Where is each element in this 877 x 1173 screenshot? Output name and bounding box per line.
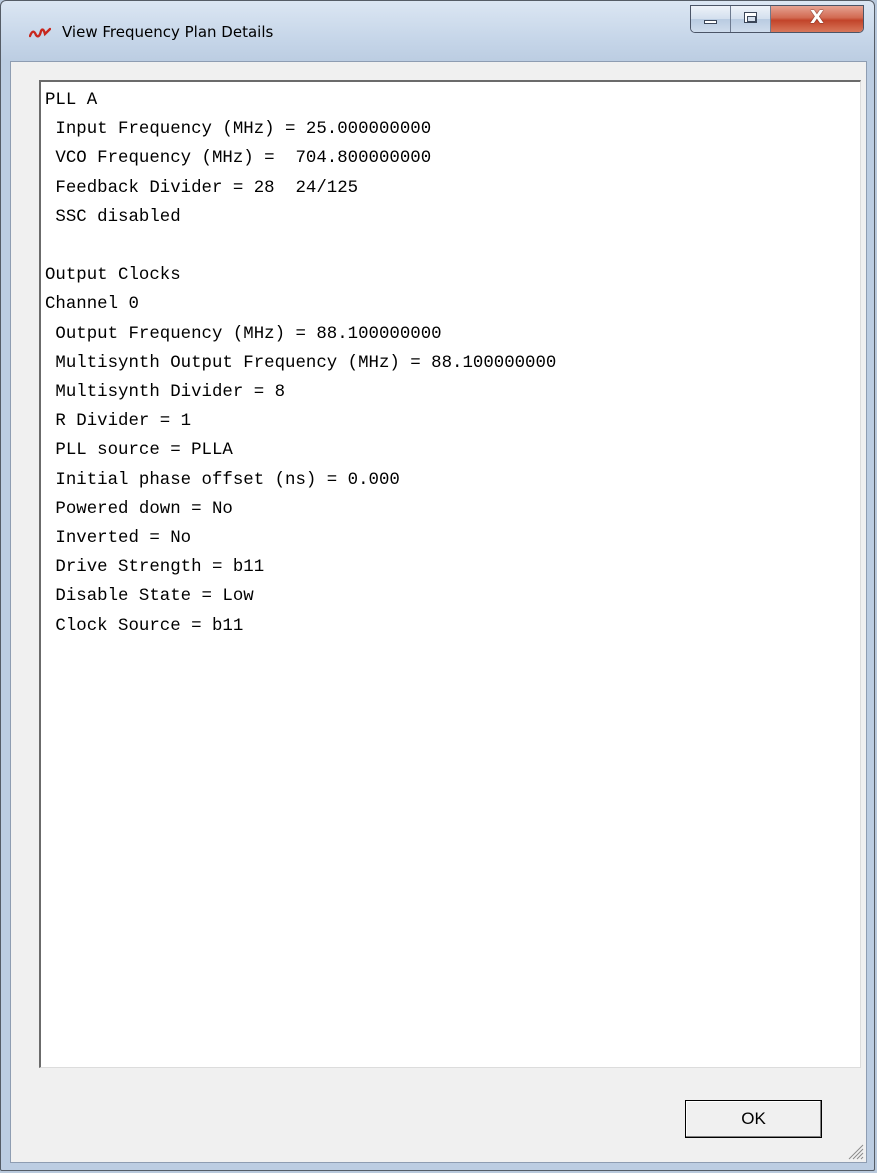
detail-line: Powered down = No bbox=[45, 499, 233, 519]
detail-line: SSC disabled bbox=[45, 207, 181, 227]
detail-line: PLL source = PLLA bbox=[45, 441, 233, 461]
detail-line: Feedback Divider = 28 24/125 bbox=[45, 178, 359, 198]
window-title: View Frequency Plan Details bbox=[62, 23, 274, 41]
detail-line: Multisynth Divider = 8 bbox=[45, 383, 286, 403]
close-icon: X bbox=[810, 7, 824, 28]
detail-line: Output Frequency (MHz) = 88.100000000 bbox=[45, 324, 442, 344]
ok-button[interactable]: OK bbox=[685, 1100, 822, 1138]
detail-line: Input Frequency (MHz) = 25.000000000 bbox=[45, 120, 432, 140]
app-logo-icon bbox=[29, 27, 51, 38]
maximize-button[interactable] bbox=[731, 6, 771, 32]
detail-line: Output Clocks bbox=[45, 266, 181, 286]
detail-line: R Divider = 1 bbox=[45, 412, 192, 432]
frequency-plan-details-text: PLL A Input Frequency (MHz) = 25.0000000… bbox=[41, 82, 860, 641]
detail-line: Drive Strength = b11 bbox=[45, 558, 265, 578]
close-button[interactable]: X bbox=[771, 6, 863, 32]
dialog-window: View Frequency Plan Details X PLL A Inpu… bbox=[0, 0, 875, 1171]
title-bar[interactable]: View Frequency Plan Details X bbox=[1, 1, 874, 61]
detail-line: Disable State = Low bbox=[45, 587, 254, 607]
resize-grip-icon[interactable] bbox=[844, 1140, 864, 1160]
detail-line: VCO Frequency (MHz) = 704.800000000 bbox=[45, 149, 432, 169]
window-controls: X bbox=[690, 5, 864, 33]
frequency-plan-text-area[interactable]: PLL A Input Frequency (MHz) = 25.0000000… bbox=[39, 80, 861, 1068]
detail-line: Clock Source = b11 bbox=[45, 616, 244, 636]
minimize-button[interactable] bbox=[691, 6, 731, 32]
dialog-client-area: PLL A Input Frequency (MHz) = 25.0000000… bbox=[10, 61, 867, 1163]
detail-line: PLL A bbox=[45, 91, 98, 110]
detail-line: Multisynth Output Frequency (MHz) = 88.1… bbox=[45, 353, 557, 373]
detail-line: Channel 0 bbox=[45, 295, 139, 315]
detail-line: Initial phase offset (ns) = 0.000 bbox=[45, 470, 400, 490]
maximize-icon bbox=[744, 12, 757, 23]
minimize-icon bbox=[704, 20, 717, 24]
detail-line: Inverted = No bbox=[45, 529, 192, 549]
